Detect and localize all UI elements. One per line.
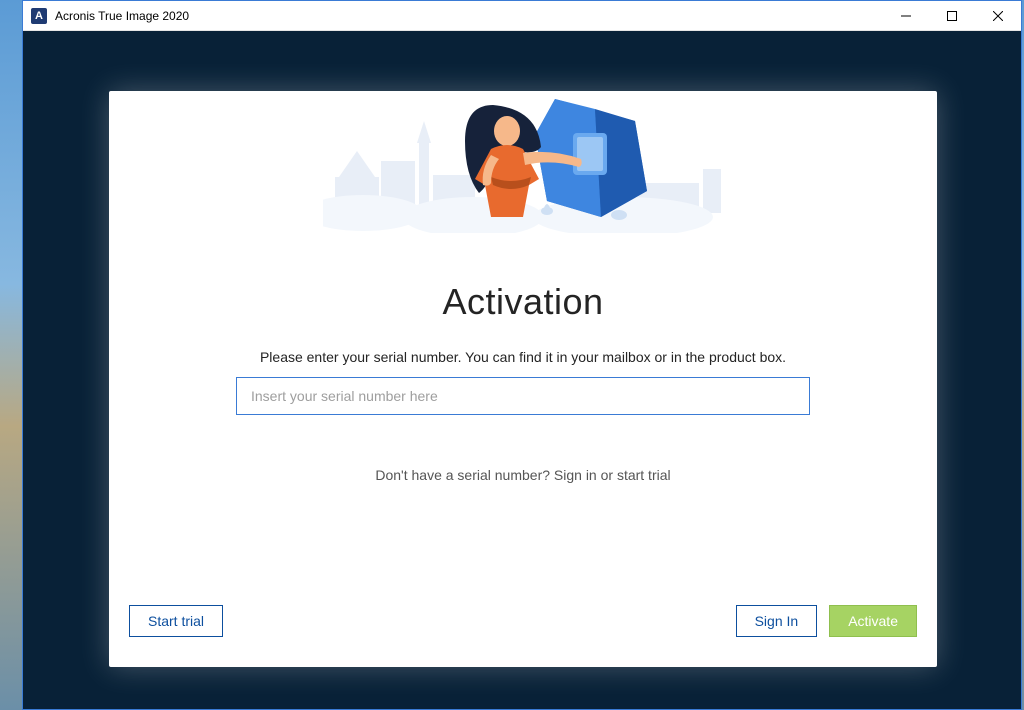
app-body: Activation Please enter your serial numb… — [23, 31, 1021, 709]
minimize-button[interactable] — [883, 1, 929, 30]
activation-illustration — [109, 91, 937, 233]
app-icon-letter: A — [35, 10, 43, 22]
sign-in-button[interactable]: Sign In — [736, 605, 818, 637]
window-controls — [883, 1, 1021, 30]
activation-content: Activation Please enter your serial numb… — [109, 233, 937, 595]
app-window: A Acronis True Image 2020 — [22, 0, 1022, 710]
illustration-svg — [323, 91, 723, 233]
desktop-background: A Acronis True Image 2020 — [0, 0, 1024, 710]
titlebar: A Acronis True Image 2020 — [23, 1, 1021, 31]
app-icon: A — [31, 8, 47, 24]
activation-instruction: Please enter your serial number. You can… — [260, 349, 786, 365]
serial-number-input[interactable] — [236, 377, 810, 415]
activate-button[interactable]: Activate — [829, 605, 917, 637]
close-button[interactable] — [975, 1, 1021, 30]
no-serial-hint: Don't have a serial number? Sign in or s… — [375, 467, 670, 483]
start-trial-button[interactable]: Start trial — [129, 605, 223, 637]
window-title: Acronis True Image 2020 — [55, 9, 189, 23]
panel-footer: Start trial Sign In Activate — [109, 595, 937, 667]
activation-panel: Activation Please enter your serial numb… — [109, 91, 937, 667]
maximize-button[interactable] — [929, 1, 975, 30]
activation-heading: Activation — [442, 281, 603, 323]
